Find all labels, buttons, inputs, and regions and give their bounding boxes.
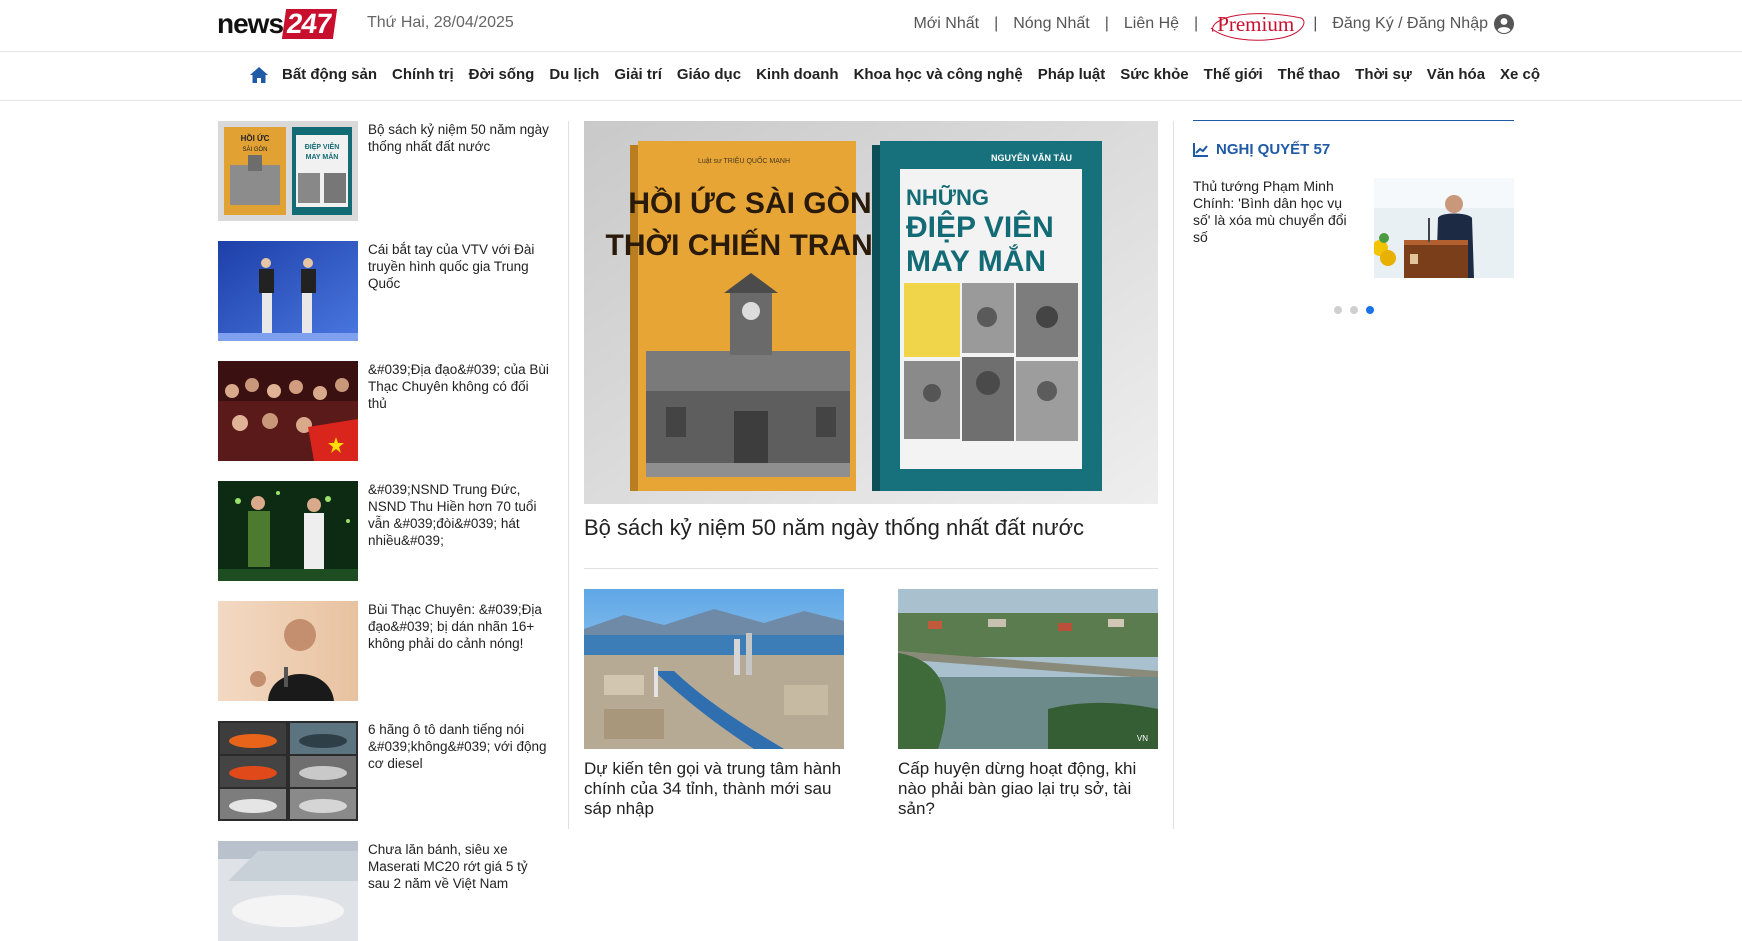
logo-text: news	[217, 8, 284, 39]
link-contact[interactable]: Liên Hệ	[1124, 15, 1179, 33]
link-hottest[interactable]: Nóng Nhất	[1013, 15, 1090, 33]
article-title[interactable]: Dự kiến tên gọi và trung tâm hành chính …	[584, 759, 844, 819]
separator: |	[994, 15, 999, 32]
svg-text:SÀI GÒN: SÀI GÒN	[242, 146, 267, 153]
premium-link[interactable]: Premium	[1210, 12, 1305, 41]
category-politics[interactable]: Chính trị	[392, 66, 454, 83]
category-science-tech[interactable]: Khoa học và công nghệ	[854, 66, 1023, 83]
separator: |	[1104, 15, 1109, 32]
section-header[interactable]: NGHỊ QUYẾT 57	[1193, 141, 1514, 158]
separator: |	[1194, 15, 1199, 32]
list-item[interactable]: &#039;NSND Trung Đức, NSND Thu Hiền hơn …	[218, 481, 550, 581]
section-top-line	[1193, 120, 1514, 121]
link-latest[interactable]: Mới Nhất	[913, 15, 979, 33]
list-item[interactable]: Chưa lăn bánh, siêu xe Maserati MC20 rớt…	[218, 841, 550, 941]
site-logo[interactable]: news 247	[217, 8, 337, 40]
category-real-estate[interactable]: Bất động sản	[282, 66, 377, 83]
article-thumbnail[interactable]	[218, 721, 358, 821]
top-bar: news 247 Thứ Hai, 28/04/2025 Mới Nhất | N…	[0, 0, 1742, 52]
article-thumbnail[interactable]	[218, 241, 358, 341]
hero-title[interactable]: Bộ sách kỷ niệm 50 năm ngày thống nhất đ…	[584, 514, 1158, 542]
article-title[interactable]: Bùi Thạc Chuyên: &#039;Địa đạo&#039; bị …	[368, 601, 550, 652]
book2-author: NGUYỄN VĂN TÀU	[991, 152, 1072, 163]
carousel-dot[interactable]	[1350, 306, 1358, 314]
article-image[interactable]	[584, 589, 844, 749]
book1-title-line1: HỒI ỨC SÀI GÒN	[628, 186, 871, 220]
section-title: NGHỊ QUYẾT 57	[1216, 141, 1331, 158]
hero-image[interactable]: Luật sư TRIỆU QUỐC MẠNH HỒI ỨC SÀI GÒN T…	[584, 121, 1158, 504]
svg-text:VN: VN	[1137, 734, 1148, 743]
svg-text:ĐIỆP VIÊN: ĐIỆP VIÊN	[305, 142, 340, 151]
book2-title-line3: MAY MẮN	[906, 244, 1046, 278]
user-icon[interactable]	[1494, 14, 1514, 34]
article-title[interactable]: Cái bắt tay của VTV với Đài truyền hình …	[368, 241, 550, 292]
carousel-dot-active[interactable]	[1366, 306, 1374, 314]
article-thumbnail[interactable]: HỒI ỨC SÀI GÒN ĐIỆP VIÊN MAY MẮN	[218, 121, 358, 221]
list-item[interactable]: 6 hãng ô tô danh tiếng nói &#039;không&#…	[218, 721, 550, 821]
card-title[interactable]: Thủ tướng Phạm Minh Chính: 'Bình dân học…	[1193, 178, 1353, 246]
separator: |	[1313, 15, 1318, 32]
list-item[interactable]: Cái bắt tay của VTV với Đài truyền hình …	[218, 241, 550, 341]
list-item[interactable]: Bùi Thạc Chuyên: &#039;Địa đạo&#039; bị …	[218, 601, 550, 701]
top-nav: Mới Nhất | Nóng Nhất | Liên Hệ | Premium…	[913, 10, 1514, 41]
category-vehicles[interactable]: Xe cộ	[1500, 66, 1540, 83]
category-life[interactable]: Đời sống	[469, 66, 535, 83]
article-thumbnail[interactable]	[218, 601, 358, 701]
right-sidebar: NGHỊ QUYẾT 57 Thủ tướng Phạm Minh Chính:…	[1193, 120, 1514, 314]
category-law[interactable]: Pháp luật	[1038, 66, 1106, 83]
category-entertainment[interactable]: Giải trí	[614, 66, 662, 83]
category-education[interactable]: Giáo dục	[677, 66, 741, 83]
article-thumbnail[interactable]	[218, 841, 358, 941]
article-thumbnail[interactable]	[218, 481, 358, 581]
article-title[interactable]: &#039;Địa đạo&#039; của Bùi Thạc Chuyên …	[368, 361, 550, 412]
article-title[interactable]: &#039;NSND Trung Đức, NSND Thu Hiền hơn …	[368, 481, 550, 549]
article-thumbnail[interactable]	[218, 361, 358, 461]
article-title[interactable]: Cấp huyện dừng hoạt động, khi nào phải b…	[898, 759, 1158, 819]
article-title[interactable]: Chưa lăn bánh, siêu xe Maserati MC20 rớt…	[368, 841, 550, 892]
carousel-dot[interactable]	[1334, 306, 1342, 314]
category-current-affairs[interactable]: Thời sự	[1355, 66, 1412, 83]
sub-article[interactable]: Dự kiến tên gọi và trung tâm hành chính …	[584, 589, 844, 819]
sub-article[interactable]: VN Cấp huyện dừng hoạt động, khi nào phả…	[898, 589, 1158, 819]
article-title[interactable]: 6 hãng ô tô danh tiếng nói &#039;không&#…	[368, 721, 550, 772]
auth-link[interactable]: Đăng Ký / Đăng Nhập	[1332, 15, 1488, 33]
book2-title-line1: NHỮNG	[906, 185, 989, 210]
category-travel[interactable]: Du lịch	[549, 66, 599, 83]
column-divider	[568, 121, 569, 829]
category-sports[interactable]: Thể thao	[1278, 66, 1341, 83]
column-divider	[1173, 121, 1174, 829]
section-divider	[584, 568, 1158, 569]
category-health[interactable]: Sức khỏe	[1120, 66, 1188, 83]
current-date: Thứ Hai, 28/04/2025	[367, 14, 514, 31]
article-title[interactable]: Bộ sách kỷ niệm 50 năm ngày thống nhất đ…	[368, 121, 550, 155]
svg-text:MAY MẮN: MAY MẮN	[306, 152, 339, 161]
category-culture[interactable]: Văn hóa	[1427, 66, 1485, 83]
svg-text:HỒI ỨC: HỒI ỨC	[241, 133, 270, 143]
carousel-dots	[1334, 306, 1382, 314]
category-world[interactable]: Thế giới	[1204, 66, 1263, 83]
list-item[interactable]: HỒI ỨC SÀI GÒN ĐIỆP VIÊN MAY MẮN Bộ sách…	[218, 121, 550, 221]
category-nav: Bất động sản Chính trị Đời sống Du lịch …	[0, 52, 1742, 101]
premium-swirl-icon	[1210, 12, 1305, 41]
article-image[interactable]: VN	[898, 589, 1158, 749]
book1-title-line2: THỜI CHIẾN TRANH	[606, 228, 895, 262]
home-icon[interactable]	[250, 66, 268, 83]
book2-title-line2: ĐIỆP VIÊN	[906, 210, 1054, 244]
category-business[interactable]: Kinh doanh	[756, 66, 839, 83]
card-image[interactable]	[1374, 178, 1514, 278]
list-item[interactable]: &#039;Địa đạo&#039; của Bùi Thạc Chuyên …	[218, 361, 550, 461]
chart-icon	[1193, 142, 1209, 157]
logo-number: 247	[281, 8, 337, 39]
featured-card[interactable]: Thủ tướng Phạm Minh Chính: 'Bình dân học…	[1193, 178, 1514, 278]
